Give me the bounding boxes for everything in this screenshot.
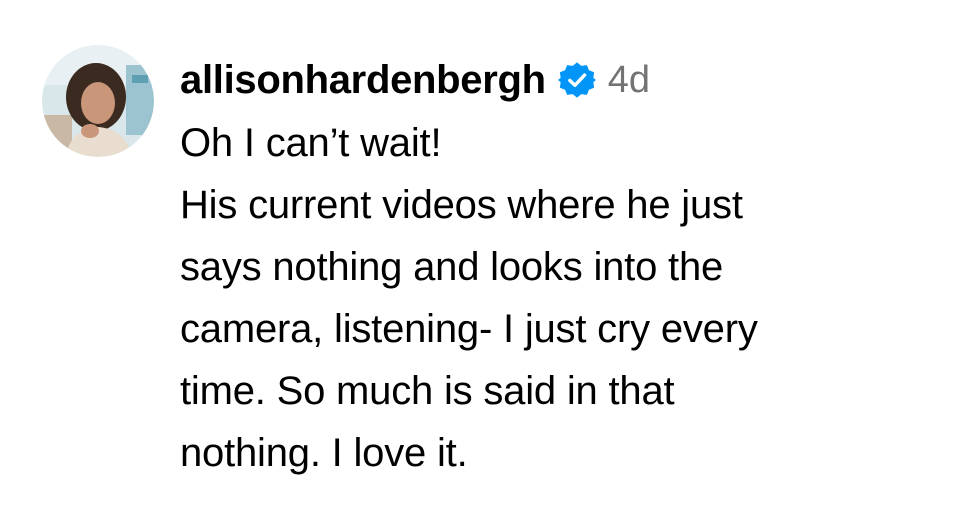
verified-badge-icon	[557, 61, 596, 99]
avatar-photo	[42, 45, 154, 157]
avatar[interactable]	[42, 45, 154, 157]
comment-header: allisonhardenbergh 4d	[180, 52, 650, 108]
comment: allisonhardenbergh 4d Oh I can’t wait! H…	[0, 0, 980, 513]
comment-text: Oh I can’t wait! His current videos wher…	[180, 112, 940, 484]
username-link[interactable]: allisonhardenbergh	[180, 58, 546, 103]
comment-text-line: nothing. I love it.	[180, 431, 468, 475]
comment-text-line: Oh I can’t wait!	[180, 121, 442, 165]
comment-text-line: time. So much is said in that	[180, 369, 675, 413]
comment-text-line: says nothing and looks into the	[180, 245, 724, 289]
comment-text-line: camera, listening- I just cry every	[180, 307, 758, 351]
comment-text-line: His current videos where he just	[180, 183, 743, 227]
timestamp-link[interactable]: 4d	[608, 59, 650, 102]
